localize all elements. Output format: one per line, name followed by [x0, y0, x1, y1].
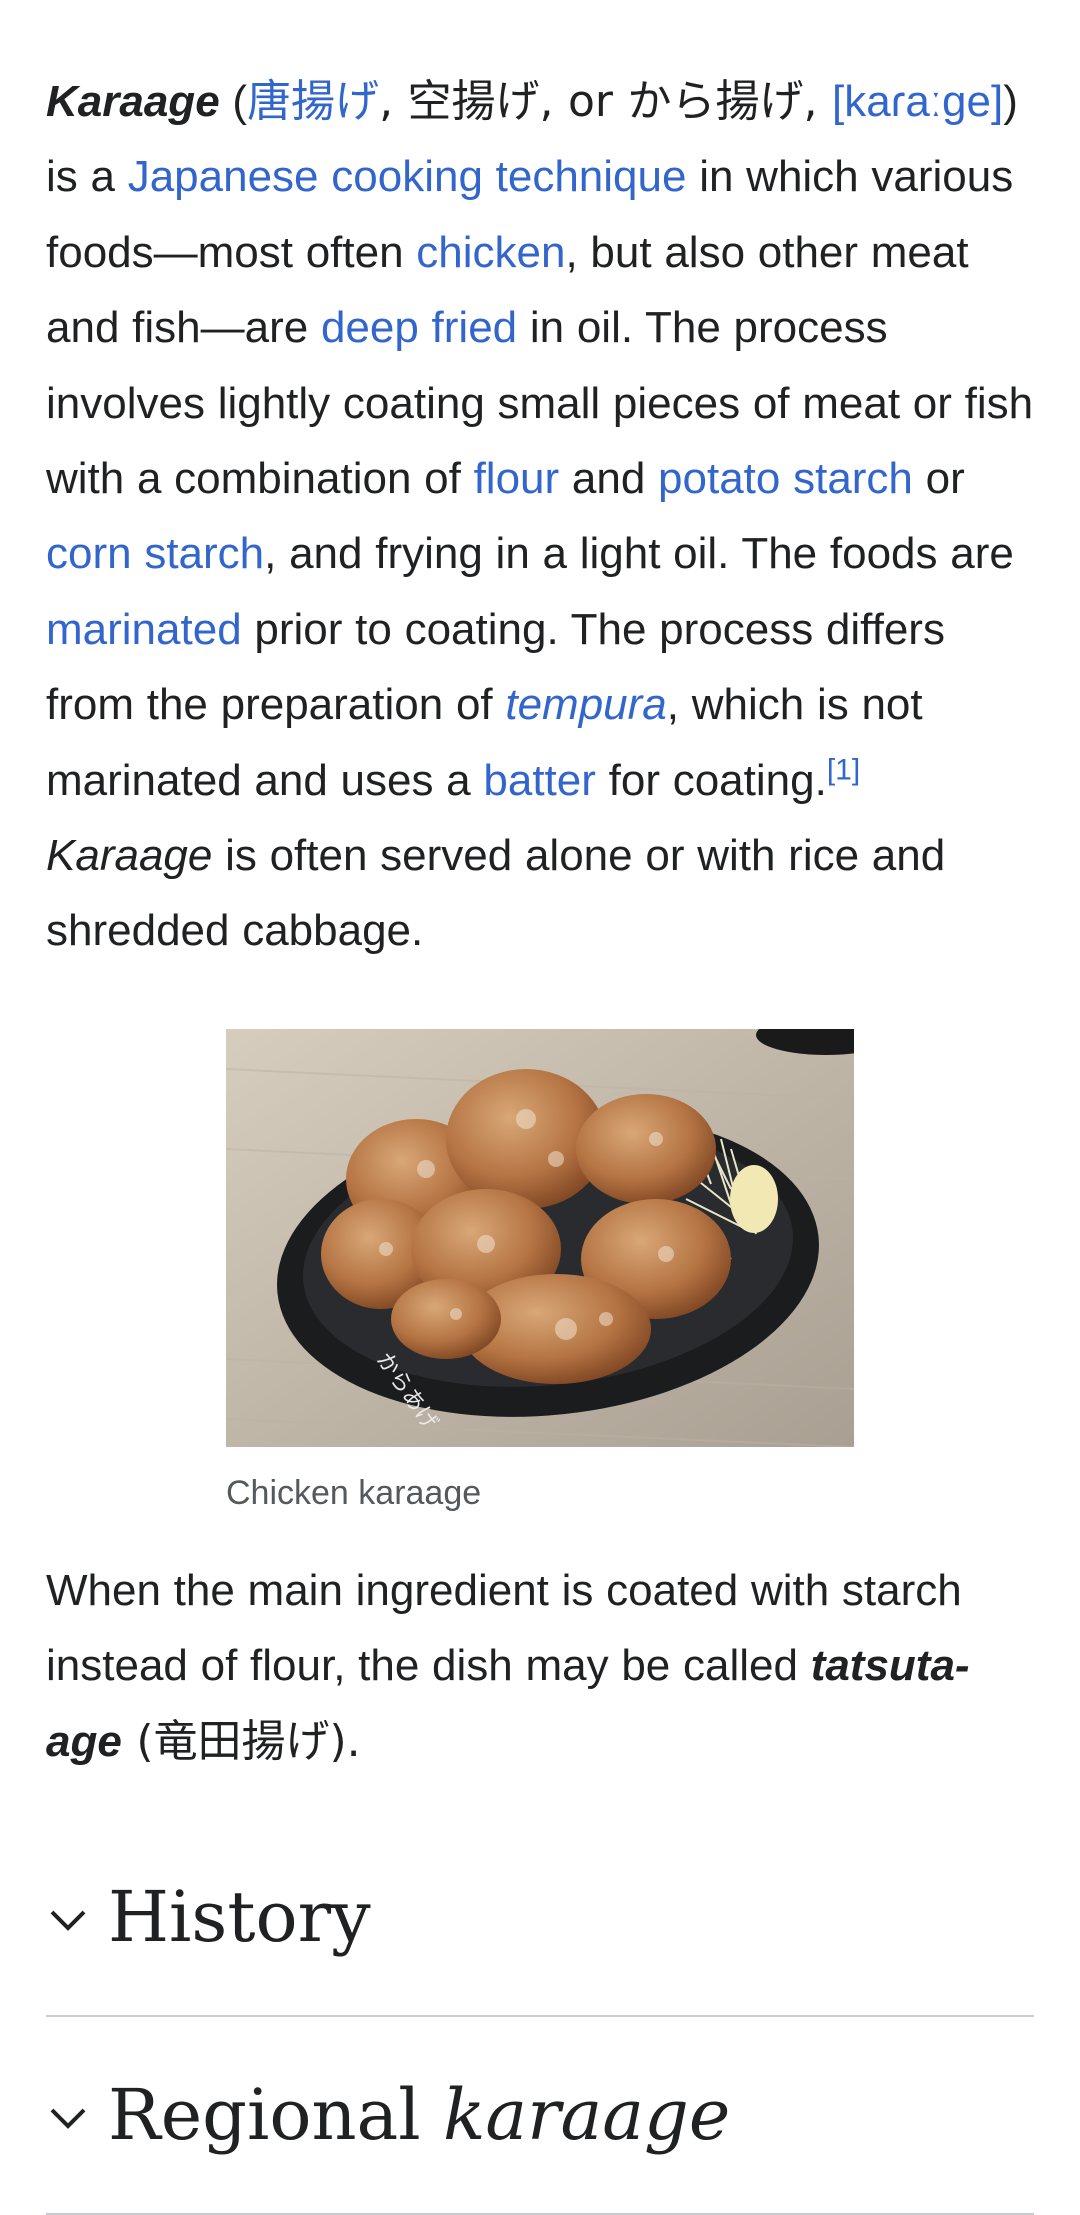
link-potato-starch[interactable]: potato starch: [658, 454, 913, 503]
section-heading-regional-karaage: Regional karaage: [108, 2074, 731, 2157]
figure-caption: Chicken karaage: [226, 1473, 482, 1512]
intro-paragraph: Karaage (唐揚げ, 空揚げ, or から揚げ, [kaɾaːge]) i…: [46, 76, 1034, 956]
kanji-link[interactable]: 唐揚げ: [247, 76, 379, 127]
chevron-down-icon: [50, 1910, 86, 1931]
ipa-link[interactable]: [kaɾaːge]: [832, 77, 1003, 126]
link-flour[interactable]: flour: [474, 454, 560, 503]
link-deep-fried[interactable]: deep fried: [321, 303, 517, 352]
link-corn-starch[interactable]: corn starch: [46, 529, 264, 578]
karaage-figure: からあげ Chicken karaage: [46, 969, 1034, 1513]
article-term-italic: Karaage: [46, 831, 213, 881]
link-batter[interactable]: batter: [483, 756, 596, 805]
article-term: Karaage: [46, 77, 220, 126]
link-marinated[interactable]: marinated: [46, 605, 242, 654]
tatsuta-paragraph: When the main ingredient is coated with …: [46, 1565, 970, 1767]
article-content: Karaage (唐揚げ, 空揚げ, or から揚げ, [kaɾaːge]) i…: [0, 0, 1080, 2215]
alt-spellings: , 空揚げ, or から揚げ,: [379, 76, 832, 127]
section-history[interactable]: History: [46, 1819, 1034, 2018]
karaage-photo[interactable]: からあげ: [226, 1028, 854, 1447]
section-regional-karaage[interactable]: Regional karaage: [46, 2017, 1034, 2215]
reference-1[interactable]: [1]: [827, 753, 860, 786]
link-japanese-cooking-technique[interactable]: Japanese cooking technique: [128, 152, 687, 201]
section-heading-history: History: [108, 1876, 371, 1959]
link-chicken[interactable]: chicken: [416, 228, 565, 277]
link-tempura[interactable]: tempura: [505, 680, 666, 729]
chevron-down-icon: [50, 2108, 86, 2129]
